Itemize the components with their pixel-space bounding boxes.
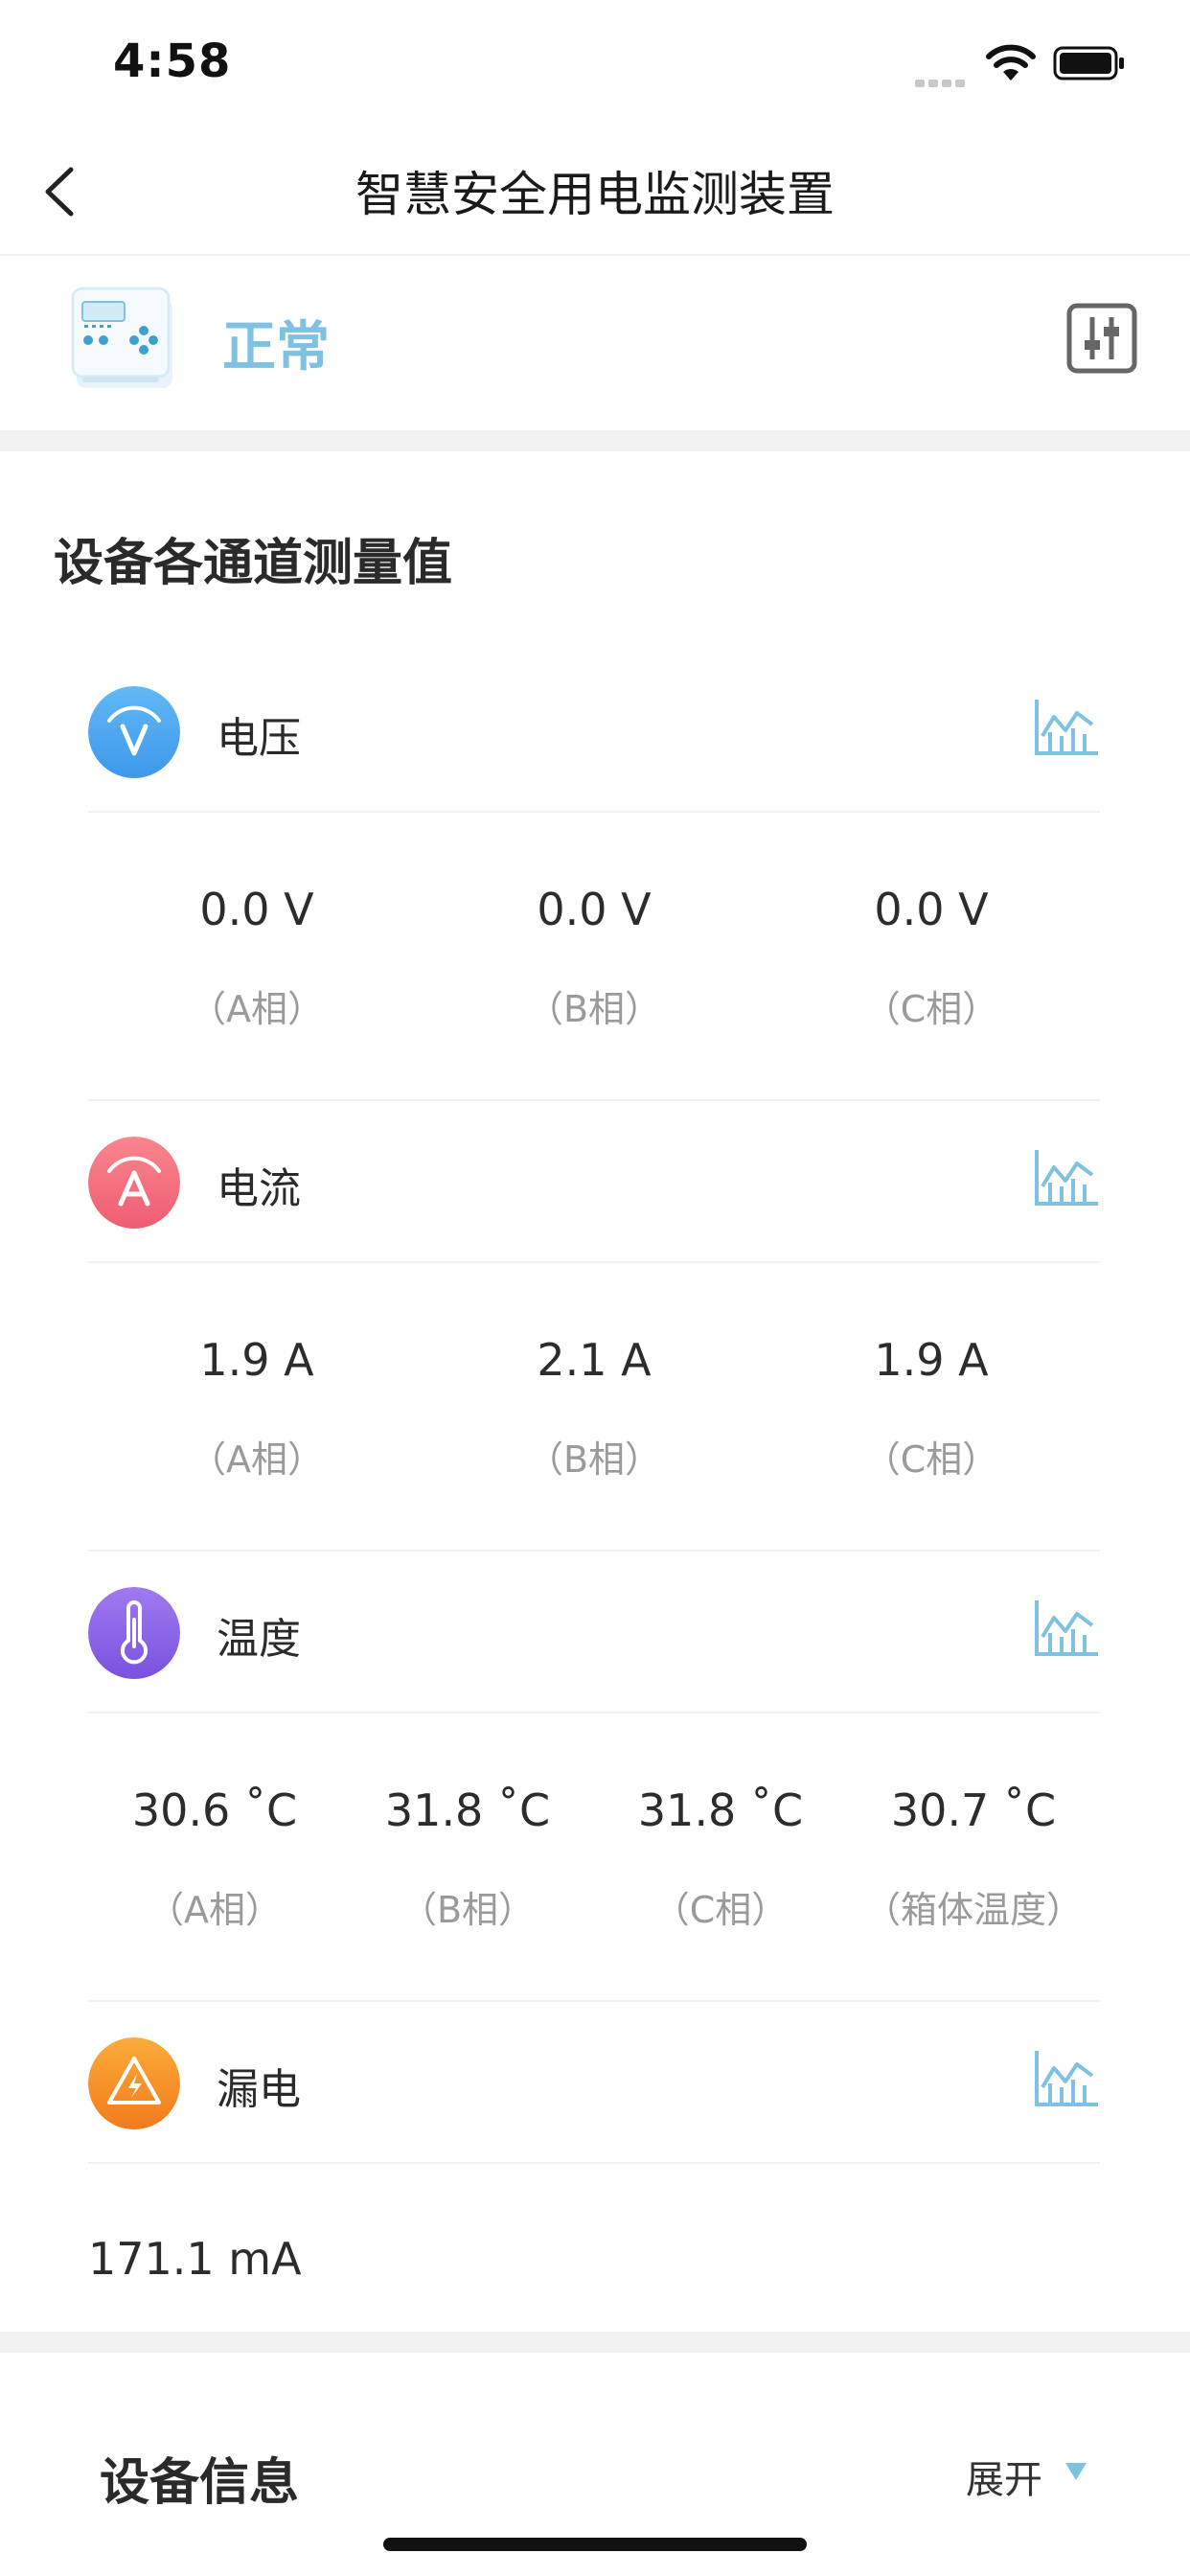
phase-a-label: （A相）	[148, 1889, 282, 1931]
voltage-group-header: 电压	[88, 671, 1100, 786]
thermometer-icon	[88, 1587, 180, 1679]
current-a-value: 1.9 A	[199, 1334, 314, 1386]
voltage-label: 电压	[217, 714, 301, 763]
phase-b-label: （B相）	[526, 988, 662, 1030]
divider	[88, 2162, 1100, 2164]
leakage-value: 171.1 mA	[88, 2233, 302, 2285]
chart-icon[interactable]	[1033, 1597, 1100, 1658]
section-gap	[0, 430, 1190, 451]
battery-icon	[1053, 46, 1124, 80]
divider	[88, 1712, 1100, 1714]
section-gap	[0, 2332, 1190, 2353]
phase-c-label: （C相）	[863, 1438, 999, 1481]
voltage-c-value: 0.0 V	[874, 884, 989, 935]
divider	[88, 811, 1100, 813]
expand-button[interactable]: 展开	[966, 2449, 1042, 2504]
adjust-settings-icon[interactable]	[1065, 302, 1138, 375]
page-title: 智慧安全用电监测装置	[355, 167, 835, 222]
cabinet-temperature-label: （箱体温度）	[863, 1889, 1083, 1931]
phase-c-label: （C相）	[863, 988, 999, 1030]
chart-icon[interactable]	[1033, 2047, 1100, 2108]
temperature-group-header: 温度	[88, 1572, 1100, 1687]
measurements-section-title: 设备各通道测量值	[54, 535, 453, 592]
phase-a-label: （A相）	[190, 1438, 324, 1481]
device-header: 正常	[0, 256, 1190, 428]
home-indicator	[383, 2538, 807, 2551]
phase-a-label: （A相）	[190, 988, 324, 1030]
nav-bar: 智慧安全用电监测装置	[0, 129, 1190, 256]
current-b-value: 2.1 A	[537, 1334, 652, 1386]
current-group-header: 电流	[88, 1121, 1100, 1236]
chart-icon[interactable]	[1033, 696, 1100, 757]
chevron-down-icon[interactable]	[1064, 2461, 1088, 2482]
phase-b-label: （B相）	[400, 1889, 536, 1931]
cellular-signal-icon	[915, 73, 971, 87]
current-icon	[88, 1137, 180, 1229]
cabinet-temperature-value: 30.7 ˚C	[890, 1784, 1057, 1836]
voltage-b-value: 0.0 V	[537, 884, 652, 935]
phase-c-label: （C相）	[652, 1889, 789, 1931]
status-time: 4:58	[113, 34, 232, 88]
device-info-title: 设备信息	[100, 2454, 300, 2512]
voltage-icon	[88, 686, 180, 778]
divider	[88, 1099, 1100, 1101]
temperature-a-value: 30.6 ˚C	[131, 1784, 298, 1836]
chart-icon[interactable]	[1033, 1146, 1100, 1208]
temperature-b-value: 31.8 ˚C	[384, 1784, 551, 1836]
current-c-value: 1.9 A	[874, 1334, 989, 1386]
temperature-c-value: 31.8 ˚C	[637, 1784, 804, 1836]
leakage-group-header: 漏电	[88, 2022, 1100, 2137]
current-label: 电流	[217, 1164, 301, 1213]
voltage-a-value: 0.0 V	[199, 884, 314, 935]
leakage-label: 漏电	[217, 2065, 301, 2114]
divider	[88, 2000, 1100, 2002]
phase-b-label: （B相）	[526, 1438, 662, 1481]
divider	[88, 1550, 1100, 1552]
device-icon	[71, 287, 172, 388]
divider	[88, 1261, 1100, 1263]
leakage-warning-icon	[88, 2037, 180, 2129]
temperature-label: 温度	[217, 1615, 301, 1664]
device-status-text: 正常	[222, 316, 330, 379]
wifi-icon	[986, 44, 1036, 80]
status-bar: 4:58	[0, 0, 1190, 129]
